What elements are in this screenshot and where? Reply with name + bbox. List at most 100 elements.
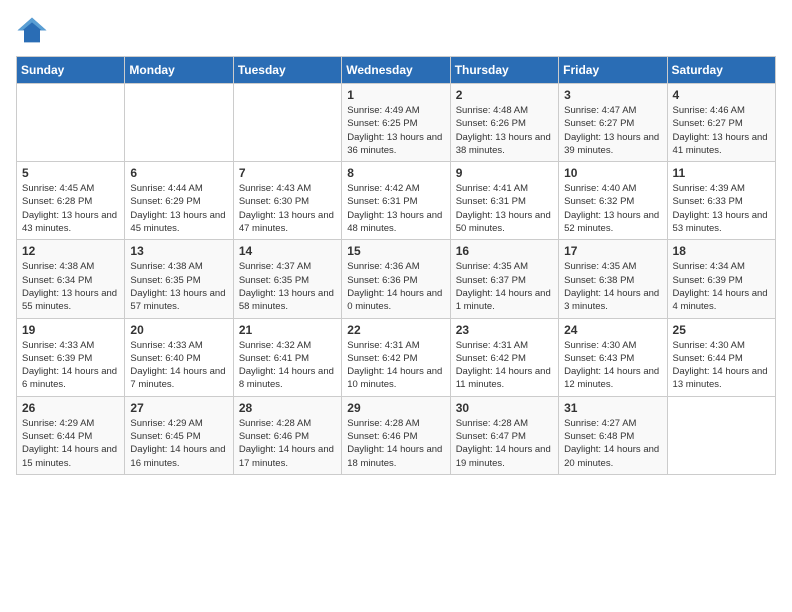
day-info: Sunrise: 4:31 AM Sunset: 6:42 PM Dayligh… — [347, 339, 444, 392]
day-info: Sunrise: 4:33 AM Sunset: 6:39 PM Dayligh… — [22, 339, 119, 392]
day-info: Sunrise: 4:32 AM Sunset: 6:41 PM Dayligh… — [239, 339, 336, 392]
calendar-week-row: 26Sunrise: 4:29 AM Sunset: 6:44 PM Dayli… — [17, 396, 776, 474]
day-of-week-header: Saturday — [667, 57, 775, 84]
calendar-day-cell — [125, 84, 233, 162]
calendar-day-cell — [17, 84, 125, 162]
calendar-day-cell: 1 Sunrise: 4:49 AM Sunset: 6:25 PM Daylig… — [342, 84, 450, 162]
day-of-week-header: Friday — [559, 57, 667, 84]
day-info: Sunrise: 4:33 AM Sunset: 6:40 PM Dayligh… — [130, 339, 227, 392]
calendar-week-row: 1 Sunrise: 4:49 AM Sunset: 6:25 PM Daylig… — [17, 84, 776, 162]
day-info: Sunrise: 4:35 AM Sunset: 6:37 PM Dayligh… — [456, 260, 553, 313]
day-info: Sunrise: 4:39 AM Sunset: 6:33 PM Dayligh… — [673, 182, 770, 235]
day-number: 19 — [22, 323, 119, 337]
day-number: 6 — [130, 166, 227, 180]
calendar-day-cell: 9Sunrise: 4:41 AM Sunset: 6:31 PM Daylig… — [450, 162, 558, 240]
calendar-day-cell: 4 Sunrise: 4:46 AM Sunset: 6:27 PM Daylig… — [667, 84, 775, 162]
day-info: Sunrise: 4:42 AM Sunset: 6:31 PM Dayligh… — [347, 182, 444, 235]
day-number: 27 — [130, 401, 227, 415]
day-number: 23 — [456, 323, 553, 337]
day-info: Sunrise: 4:44 AM Sunset: 6:29 PM Dayligh… — [130, 182, 227, 235]
day-number: 14 — [239, 244, 336, 258]
day-info: Sunrise: 4:30 AM Sunset: 6:43 PM Dayligh… — [564, 339, 661, 392]
day-of-week-header: Tuesday — [233, 57, 341, 84]
day-info: Sunrise: 4:34 AM Sunset: 6:39 PM Dayligh… — [673, 260, 770, 313]
logo — [16, 16, 54, 44]
calendar-day-cell: 16Sunrise: 4:35 AM Sunset: 6:37 PM Dayli… — [450, 240, 558, 318]
calendar-day-cell: 7 Sunrise: 4:43 AM Sunset: 6:30 PM Daylig… — [233, 162, 341, 240]
day-number: 13 — [130, 244, 227, 258]
calendar-day-cell: 2 Sunrise: 4:48 AM Sunset: 6:26 PM Daylig… — [450, 84, 558, 162]
day-number: 15 — [347, 244, 444, 258]
calendar-day-cell: 18 Sunrise: 4:34 AM Sunset: 6:39 PM Dayli… — [667, 240, 775, 318]
day-info: Sunrise: 4:48 AM Sunset: 6:26 PM Dayligh… — [456, 104, 553, 157]
calendar-day-cell — [667, 396, 775, 474]
calendar-day-cell: 8 Sunrise: 4:42 AM Sunset: 6:31 PM Daylig… — [342, 162, 450, 240]
day-info: Sunrise: 4:47 AM Sunset: 6:27 PM Dayligh… — [564, 104, 661, 157]
day-info: Sunrise: 4:29 AM Sunset: 6:44 PM Dayligh… — [22, 417, 119, 470]
calendar-week-row: 12 Sunrise: 4:38 AM Sunset: 6:34 PM Dayli… — [17, 240, 776, 318]
calendar-day-cell: 28 Sunrise: 4:28 AM Sunset: 6:46 PM Dayli… — [233, 396, 341, 474]
calendar-day-cell: 17Sunrise: 4:35 AM Sunset: 6:38 PM Dayli… — [559, 240, 667, 318]
calendar-day-cell: 15 Sunrise: 4:36 AM Sunset: 6:36 PM Dayli… — [342, 240, 450, 318]
day-info: Sunrise: 4:28 AM Sunset: 6:47 PM Dayligh… — [456, 417, 553, 470]
day-info: Sunrise: 4:40 AM Sunset: 6:32 PM Dayligh… — [564, 182, 661, 235]
day-number: 7 — [239, 166, 336, 180]
day-of-week-header: Thursday — [450, 57, 558, 84]
day-info: Sunrise: 4:28 AM Sunset: 6:46 PM Dayligh… — [347, 417, 444, 470]
day-number: 9 — [456, 166, 553, 180]
calendar-day-cell — [233, 84, 341, 162]
day-info: Sunrise: 4:38 AM Sunset: 6:35 PM Dayligh… — [130, 260, 227, 313]
day-number: 2 — [456, 88, 553, 102]
day-info: Sunrise: 4:46 AM Sunset: 6:27 PM Dayligh… — [673, 104, 770, 157]
calendar-day-cell: 27Sunrise: 4:29 AM Sunset: 6:45 PM Dayli… — [125, 396, 233, 474]
day-of-week-header: Sunday — [17, 57, 125, 84]
day-number: 10 — [564, 166, 661, 180]
day-number: 21 — [239, 323, 336, 337]
day-of-week-header: Wednesday — [342, 57, 450, 84]
calendar-day-cell: 6 Sunrise: 4:44 AM Sunset: 6:29 PM Daylig… — [125, 162, 233, 240]
day-number: 3 — [564, 88, 661, 102]
calendar-day-cell: 3 Sunrise: 4:47 AM Sunset: 6:27 PM Daylig… — [559, 84, 667, 162]
day-info: Sunrise: 4:28 AM Sunset: 6:46 PM Dayligh… — [239, 417, 336, 470]
calendar-day-cell: 14 Sunrise: 4:37 AM Sunset: 6:35 PM Dayli… — [233, 240, 341, 318]
calendar-day-cell: 29 Sunrise: 4:28 AM Sunset: 6:46 PM Dayli… — [342, 396, 450, 474]
day-number: 4 — [673, 88, 770, 102]
calendar-day-cell: 20 Sunrise: 4:33 AM Sunset: 6:40 PM Dayli… — [125, 318, 233, 396]
day-number: 29 — [347, 401, 444, 415]
day-info: Sunrise: 4:36 AM Sunset: 6:36 PM Dayligh… — [347, 260, 444, 313]
calendar-header-row: SundayMondayTuesdayWednesdayThursdayFrid… — [17, 57, 776, 84]
day-info: Sunrise: 4:37 AM Sunset: 6:35 PM Dayligh… — [239, 260, 336, 313]
calendar-day-cell: 22 Sunrise: 4:31 AM Sunset: 6:42 PM Dayli… — [342, 318, 450, 396]
day-number: 28 — [239, 401, 336, 415]
calendar-day-cell: 19 Sunrise: 4:33 AM Sunset: 6:39 PM Dayli… — [17, 318, 125, 396]
day-number: 24 — [564, 323, 661, 337]
day-info: Sunrise: 4:49 AM Sunset: 6:25 PM Dayligh… — [347, 104, 444, 157]
day-info: Sunrise: 4:38 AM Sunset: 6:34 PM Dayligh… — [22, 260, 119, 313]
calendar-week-row: 5 Sunrise: 4:45 AM Sunset: 6:28 PM Daylig… — [17, 162, 776, 240]
calendar-day-cell: 31Sunrise: 4:27 AM Sunset: 6:48 PM Dayli… — [559, 396, 667, 474]
calendar-day-cell: 13 Sunrise: 4:38 AM Sunset: 6:35 PM Dayli… — [125, 240, 233, 318]
day-info: Sunrise: 4:30 AM Sunset: 6:44 PM Dayligh… — [673, 339, 770, 392]
day-of-week-header: Monday — [125, 57, 233, 84]
day-number: 11 — [673, 166, 770, 180]
day-number: 18 — [673, 244, 770, 258]
day-info: Sunrise: 4:31 AM Sunset: 6:42 PM Dayligh… — [456, 339, 553, 392]
calendar-table: SundayMondayTuesdayWednesdayThursdayFrid… — [16, 56, 776, 475]
day-number: 30 — [456, 401, 553, 415]
calendar-day-cell: 23 Sunrise: 4:31 AM Sunset: 6:42 PM Dayli… — [450, 318, 558, 396]
calendar-day-cell: 21 Sunrise: 4:32 AM Sunset: 6:41 PM Dayli… — [233, 318, 341, 396]
day-number: 22 — [347, 323, 444, 337]
day-number: 8 — [347, 166, 444, 180]
day-number: 5 — [22, 166, 119, 180]
calendar-day-cell: 10 Sunrise: 4:40 AM Sunset: 6:32 PM Dayli… — [559, 162, 667, 240]
day-info: Sunrise: 4:35 AM Sunset: 6:38 PM Dayligh… — [564, 260, 661, 313]
day-number: 20 — [130, 323, 227, 337]
logo-icon — [16, 16, 48, 44]
day-info: Sunrise: 4:43 AM Sunset: 6:30 PM Dayligh… — [239, 182, 336, 235]
day-number: 12 — [22, 244, 119, 258]
calendar-day-cell: 30 Sunrise: 4:28 AM Sunset: 6:47 PM Dayli… — [450, 396, 558, 474]
day-info: Sunrise: 4:45 AM Sunset: 6:28 PM Dayligh… — [22, 182, 119, 235]
page-header — [16, 16, 776, 44]
calendar-day-cell: 24 Sunrise: 4:30 AM Sunset: 6:43 PM Dayli… — [559, 318, 667, 396]
day-number: 1 — [347, 88, 444, 102]
